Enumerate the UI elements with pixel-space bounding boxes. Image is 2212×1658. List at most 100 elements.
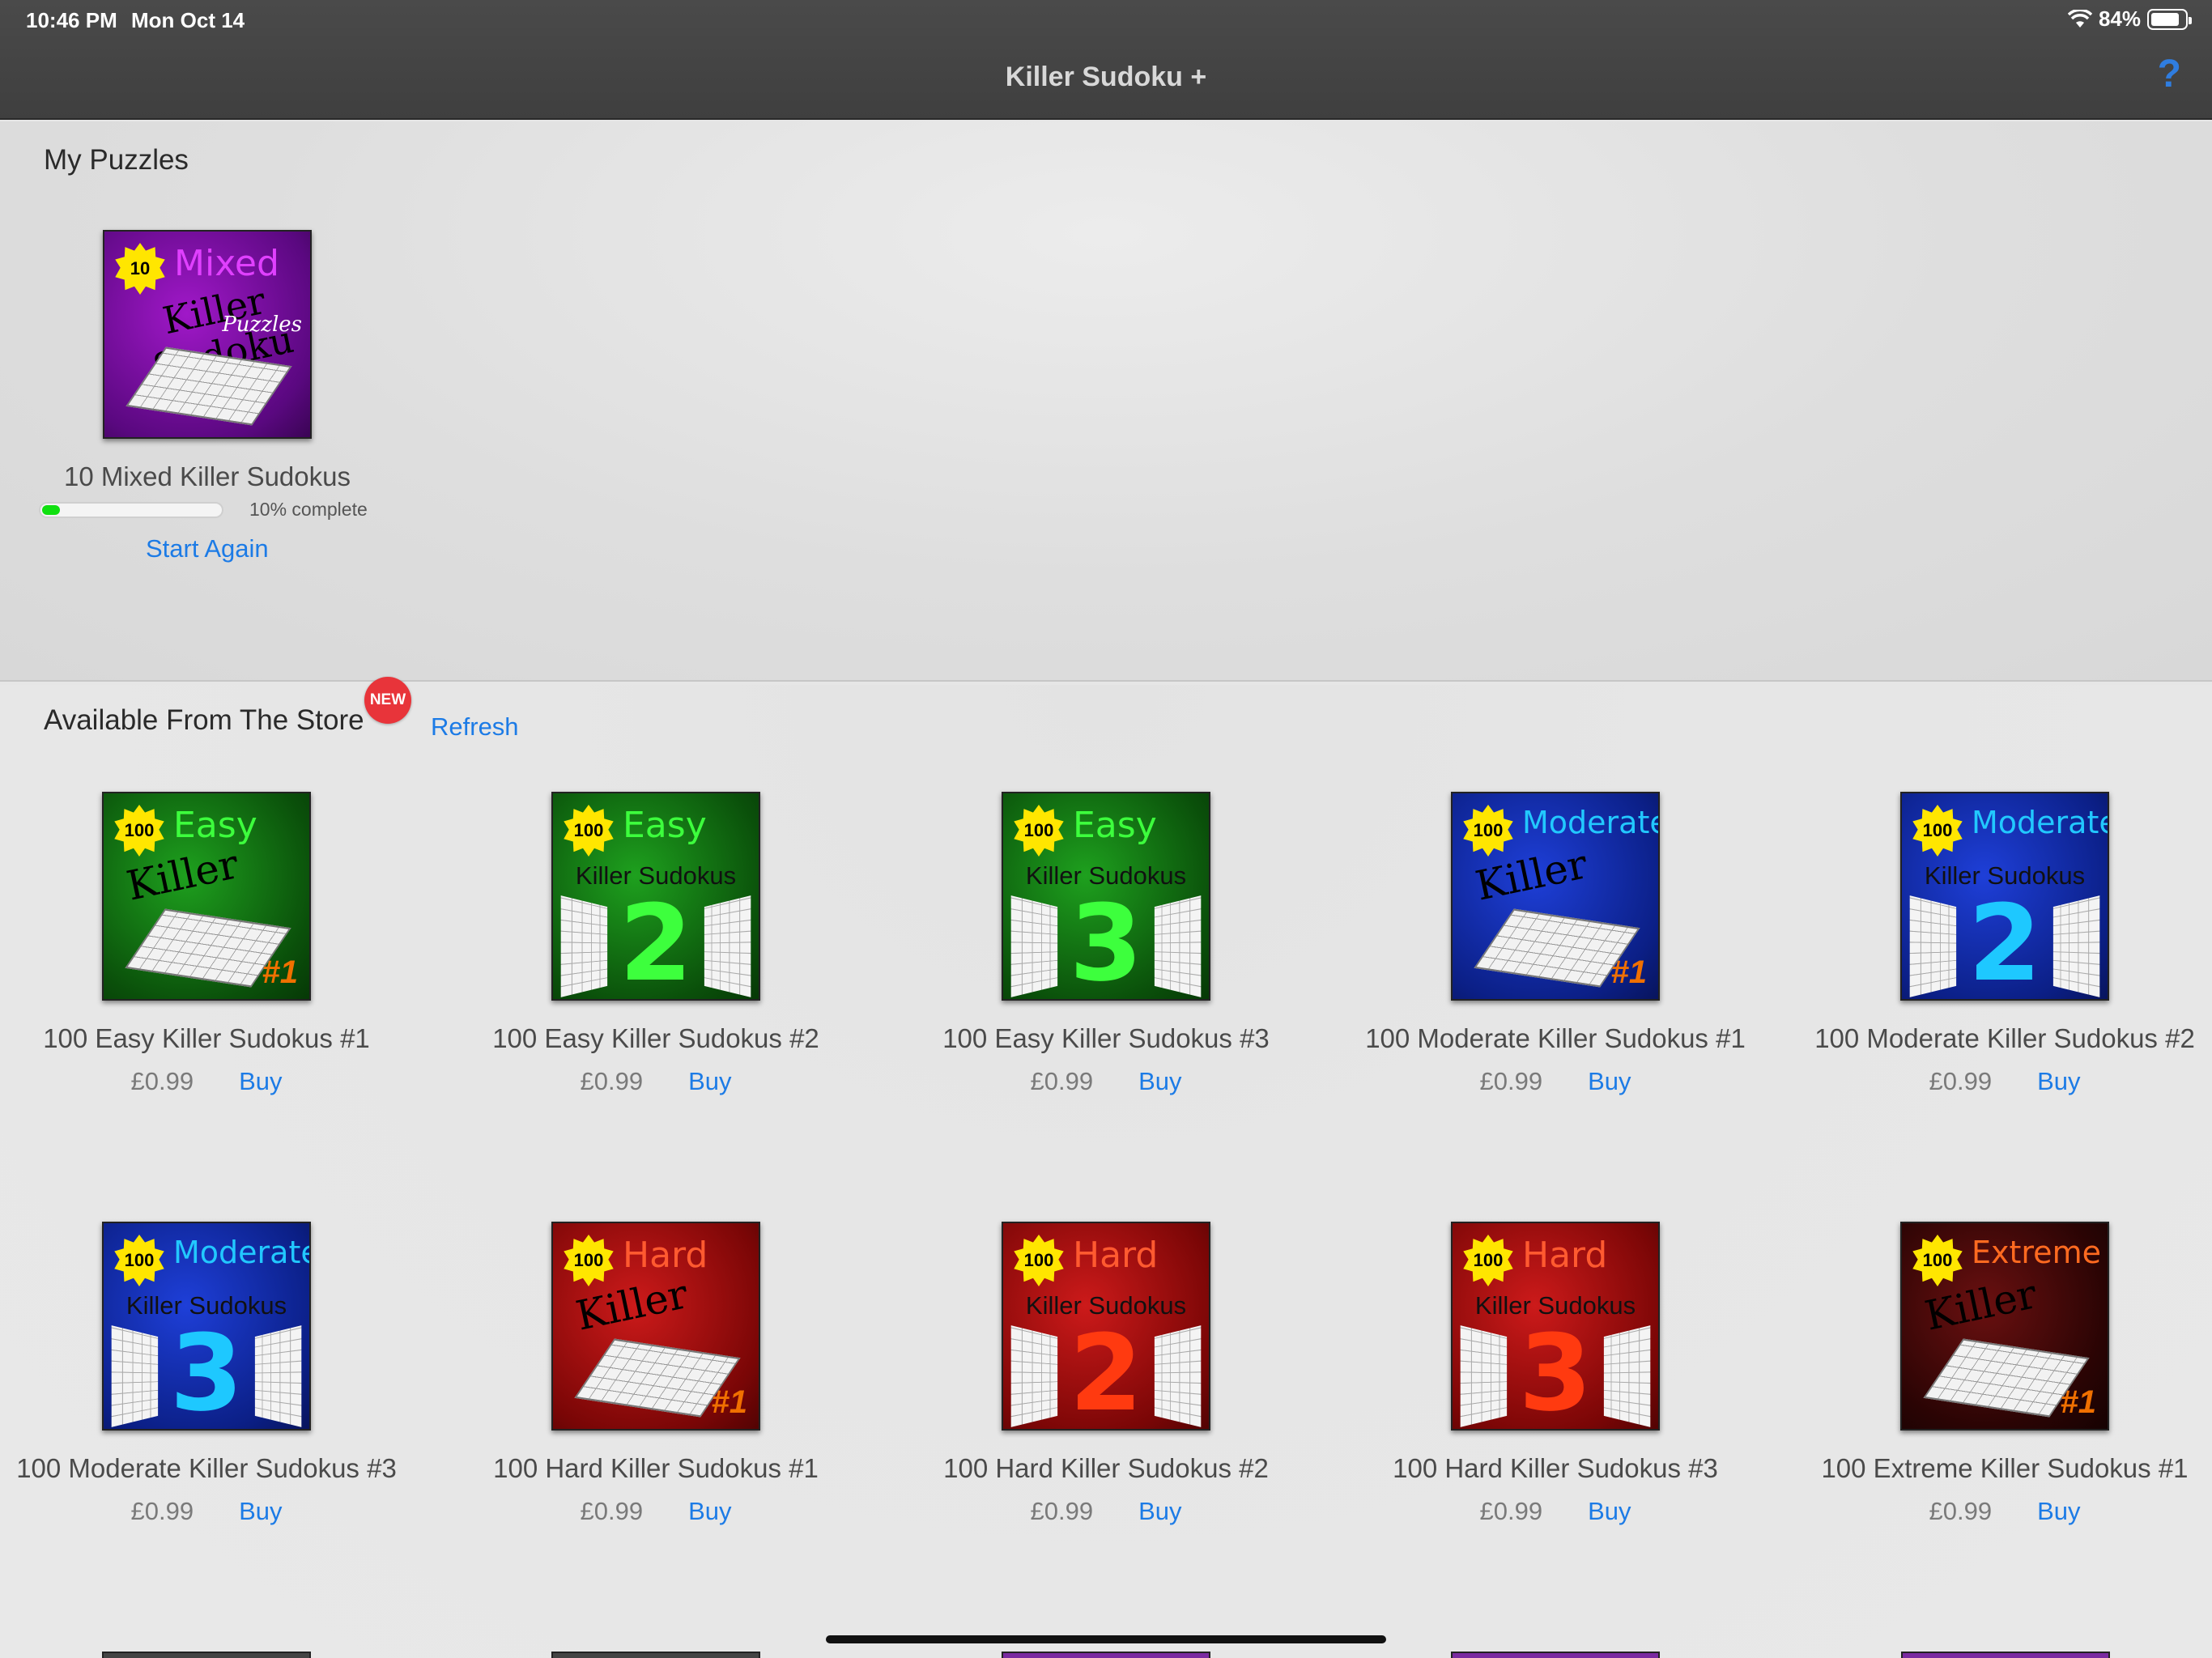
store-item[interactable]: 100 Easy Killer Sudokus 3 100 Easy Killer Su… [879, 792, 1333, 1096]
buy-button[interactable]: Buy [688, 1067, 731, 1096]
store-title: Available From The Store [44, 704, 364, 736]
puzzle-cover[interactable]: 100 Moderate Killer Sudokus 2 [1900, 792, 2109, 1001]
buy-button[interactable]: Buy [2037, 1067, 2080, 1096]
store-item[interactable]: 100 Moderate Killer #1 100 Moderate Killer S… [1329, 792, 1782, 1096]
puzzle-cover[interactable]: 100 Hard Killer #1 [551, 1222, 760, 1431]
puzzle-cover[interactable]: 10 Mixed Killer Sudoku Puzzles [103, 230, 312, 439]
price: £0.99 [1479, 1067, 1543, 1095]
cover-volume: 2 [619, 882, 693, 1001]
progress-fill [42, 504, 61, 515]
price-row: £0.99 Buy [429, 1497, 883, 1526]
buy-button[interactable]: Buy [1138, 1497, 1181, 1526]
store-item[interactable]: 100 Hard Killer #1 100 Hard Killer Sudokus #… [429, 1222, 883, 1526]
puzzle-cover[interactable]: 100 Easy Killer #1 [102, 792, 311, 1001]
cover-level: Extreme [1972, 1235, 2101, 1270]
buy-button[interactable]: Buy [1138, 1067, 1181, 1096]
cover-volume: 3 [1069, 882, 1143, 1001]
store-item[interactable]: 100 Easy Killer Sudokus 2 100 Easy Killer Su… [429, 792, 883, 1096]
page-title: Killer Sudoku + [1005, 62, 1207, 92]
count-badge: 10 [115, 243, 165, 295]
buy-button[interactable]: Buy [1588, 1497, 1631, 1526]
price-row: £0.99 Buy [0, 1497, 433, 1526]
price-row: £0.99 Buy [1778, 1497, 2212, 1526]
puzzle-cover[interactable]: 100 Hard Killer Sudokus 2 [1002, 1222, 1210, 1431]
store-item[interactable]: 100 Hard Killer Sudokus 2 100 Hard Killer Su… [879, 1222, 1333, 1526]
progress-bar [39, 501, 223, 518]
puzzle-cover[interactable]: 100 Moderate Killer Sudokus 3 [102, 1222, 311, 1431]
price-row: £0.99 Buy [1329, 1497, 1782, 1526]
my-puzzles-title: My Puzzles [44, 144, 189, 176]
price-row: £0.99 Buy [879, 1067, 1333, 1096]
store-item-name: 100 Easy Killer Sudokus #3 [942, 1023, 1270, 1053]
puzzle-cover[interactable]: 100 Easy Killer Sudokus 2 [551, 792, 760, 1001]
buy-button[interactable]: Buy [688, 1497, 731, 1526]
cover-level: Moderate [1522, 805, 1660, 840]
store-item[interactable]: 100 Extreme Killer #1 100 Extreme Killer Sud… [1778, 1222, 2212, 1526]
store-item-name: 100 Moderate Killer Sudokus #2 [1814, 1023, 2195, 1053]
buy-button[interactable]: Buy [2037, 1497, 2080, 1526]
price-row: £0.99 Buy [0, 1067, 433, 1096]
status-date: Mon Oct 14 [131, 8, 245, 32]
price: £0.99 [580, 1067, 644, 1095]
count-badge: 100 [1463, 805, 1513, 857]
home-indicator [826, 1635, 1386, 1643]
progress-label: 10% complete [249, 499, 368, 520]
cover-level: Easy [623, 805, 707, 846]
cover-volume: #1 [711, 1384, 748, 1420]
price: £0.99 [130, 1067, 194, 1095]
store-item-name: 100 Easy Killer Sudokus #2 [492, 1023, 819, 1053]
cover-volume: 2 [1069, 1312, 1143, 1431]
cover-level: Easy [173, 805, 257, 846]
puzzle-cover[interactable]: 100 Extreme Killer #1 [1900, 1222, 2109, 1431]
next-row-cover [1002, 1652, 1210, 1658]
count-badge: 100 [1014, 1235, 1064, 1286]
price: £0.99 [1030, 1497, 1094, 1525]
store-item[interactable]: 100 Hard Killer Sudokus 3 100 Hard Killer Su… [1329, 1222, 1782, 1526]
price-row: £0.99 Buy [1329, 1067, 1782, 1096]
buy-button[interactable]: Buy [239, 1067, 282, 1096]
cover-volume: 2 [1967, 882, 2042, 1001]
next-row-cover [102, 1652, 311, 1658]
help-button[interactable]: ? [2158, 52, 2181, 96]
cover-level: Moderate [173, 1235, 311, 1270]
next-row-cover [1901, 1652, 2110, 1658]
next-row-cover [551, 1652, 760, 1658]
count-badge: 100 [1463, 1235, 1513, 1286]
store-item[interactable]: 100 Easy Killer #1 100 Easy Killer Sudokus #… [0, 792, 433, 1096]
price: £0.99 [1929, 1497, 1993, 1525]
top-bar: 10:46 PM Mon Oct 14 84% Killer Sudoku + … [0, 0, 2212, 120]
count-badge: 100 [564, 1235, 614, 1286]
wifi-icon [2067, 9, 2092, 28]
price: £0.99 [1030, 1067, 1094, 1095]
cover-volume: #1 [1610, 954, 1648, 990]
price-row: £0.99 Buy [429, 1067, 883, 1096]
puzzle-cover[interactable]: 100 Easy Killer Sudokus 3 [1002, 792, 1210, 1001]
count-badge: 100 [1912, 1235, 1963, 1286]
cover-level: Hard [623, 1235, 708, 1276]
my-puzzles-section: My Puzzles 10 Mixed Killer Sudoku Puzzle… [0, 121, 2212, 682]
battery-icon [2147, 8, 2192, 30]
status-time: 10:46 PM [26, 8, 117, 32]
buy-button[interactable]: Buy [239, 1497, 282, 1526]
cover-volume: 3 [169, 1312, 244, 1431]
store-item-name: 100 Hard Killer Sudokus #2 [943, 1453, 1269, 1483]
puzzle-cover[interactable]: 100 Hard Killer Sudokus 3 [1451, 1222, 1660, 1431]
puzzle-name: 10 Mixed Killer Sudokus [63, 461, 351, 491]
store-section: Available From The Store 100 Easy Killer #1… [0, 685, 2212, 1658]
store-item-name: 100 Moderate Killer Sudokus #3 [16, 1453, 397, 1483]
count-badge: 100 [1014, 805, 1064, 857]
cover-volume: 3 [1518, 1312, 1593, 1431]
puzzle-cover[interactable]: 100 Moderate Killer #1 [1451, 792, 1660, 1001]
cover-level: Moderate [1972, 805, 2109, 840]
store-item[interactable]: 100 Moderate Killer Sudokus 2 100 Moderate K… [1778, 792, 2212, 1096]
my-puzzle-tile[interactable]: 10 Mixed Killer Sudoku Puzzles 10 Mixed … [0, 230, 434, 492]
start-again-button[interactable]: Start Again [146, 534, 269, 563]
price: £0.99 [1479, 1497, 1543, 1525]
buy-button[interactable]: Buy [1588, 1067, 1631, 1096]
refresh-button[interactable]: Refresh [431, 712, 519, 742]
store-item[interactable]: 100 Moderate Killer Sudokus 3 100 Moderate K… [0, 1222, 433, 1526]
store-item-name: 100 Extreme Killer Sudokus #1 [1821, 1453, 2189, 1483]
next-row-cover [1451, 1652, 1660, 1658]
store-item-name: 100 Moderate Killer Sudokus #1 [1365, 1023, 1746, 1053]
cover-level: Hard [1522, 1235, 1608, 1276]
